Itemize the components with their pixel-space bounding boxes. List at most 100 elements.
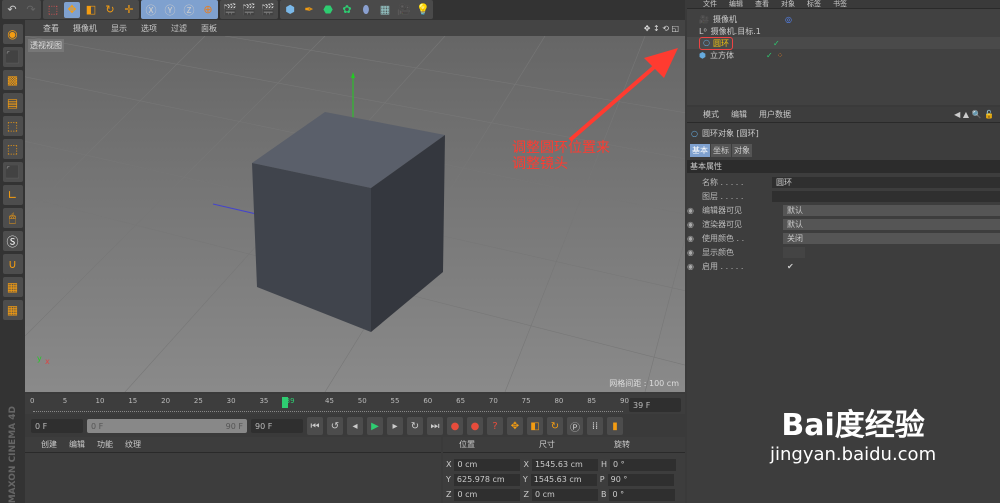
menu-filter[interactable]: 过滤 bbox=[171, 23, 187, 34]
workplane-icon[interactable]: ▤ bbox=[2, 93, 23, 113]
coord-field[interactable]: 1545.63 cm bbox=[531, 458, 598, 471]
coord-field[interactable]: 0 cm bbox=[454, 458, 521, 471]
key-scale-button[interactable]: ◧ bbox=[527, 417, 543, 435]
menu-user-data[interactable]: 用户数据 bbox=[759, 109, 791, 120]
coord-field[interactable]: 90 ° bbox=[607, 473, 674, 486]
mode-icon[interactable]: ◉ bbox=[2, 24, 23, 44]
tab-coord[interactable]: 坐标 bbox=[711, 144, 731, 157]
prev-frame-button[interactable]: ◂ bbox=[347, 417, 363, 435]
frame-range-slider[interactable]: 0 F 90 F bbox=[87, 419, 247, 433]
grid-icon[interactable]: ▦ bbox=[2, 300, 23, 320]
nurbs-icon[interactable]: ⬣ bbox=[320, 2, 336, 18]
animate-radio-icon[interactable]: ◉ bbox=[687, 248, 698, 257]
snap-icon[interactable]: Ⓢ bbox=[2, 231, 23, 251]
next-key-button[interactable]: ↻ bbox=[407, 417, 423, 435]
world-coord-icon[interactable]: ⊕ bbox=[200, 2, 216, 18]
menu-tags[interactable]: 标签 bbox=[807, 0, 821, 8]
coord-field[interactable]: 0 ° bbox=[609, 488, 676, 501]
animate-radio-icon[interactable]: ◉ bbox=[687, 234, 698, 243]
cube-icon[interactable]: ⬢ bbox=[282, 2, 298, 18]
enabled-check-icon[interactable]: ✓ bbox=[766, 51, 773, 60]
camera-icon[interactable]: 🎥 bbox=[396, 2, 412, 18]
move-icon[interactable]: ✥ bbox=[64, 1, 80, 18]
texture-mode-icon[interactable]: ▩ bbox=[2, 70, 23, 90]
current-frame-field[interactable]: 39 F bbox=[629, 398, 681, 412]
attribute-value[interactable] bbox=[772, 191, 1000, 202]
menu-mode[interactable]: 模式 bbox=[703, 109, 719, 120]
coord-field[interactable]: 0 cm bbox=[454, 488, 521, 501]
render-view-icon[interactable]: 🎬 bbox=[222, 2, 238, 18]
attribute-value[interactable]: 默认 bbox=[783, 219, 1000, 230]
axis-icon[interactable]: ∟ bbox=[2, 185, 23, 205]
attribute-value[interactable]: 圆环 bbox=[772, 177, 1000, 188]
tweak-icon[interactable]: 🖱 bbox=[2, 208, 23, 228]
menu-bookmarks[interactable]: 书签 bbox=[833, 0, 847, 8]
menu-function[interactable]: 功能 bbox=[97, 439, 113, 450]
end-frame-field[interactable]: 90 F bbox=[251, 419, 303, 433]
go-end-button[interactable]: ⏭ bbox=[427, 417, 443, 435]
scale-icon[interactable]: ◧ bbox=[83, 2, 99, 18]
polygons-icon[interactable]: ⬛ bbox=[2, 162, 23, 182]
undo-icon[interactable]: ↶ bbox=[4, 2, 20, 18]
menu-view[interactable]: 查看 bbox=[755, 0, 769, 8]
attribute-value[interactable]: 默认 bbox=[783, 205, 1000, 216]
menu-options[interactable]: 选项 bbox=[141, 23, 157, 34]
transform-icon[interactable]: ✛ bbox=[121, 2, 137, 18]
key-rotation-button[interactable]: ↻ bbox=[547, 417, 563, 435]
key-position-button[interactable]: ✥ bbox=[507, 417, 523, 435]
key-param-button[interactable]: Ⓟ bbox=[567, 417, 583, 435]
menu-edit[interactable]: 编辑 bbox=[731, 109, 747, 120]
magnet-icon[interactable]: ∪ bbox=[2, 254, 23, 274]
menu-display[interactable]: 显示 bbox=[111, 23, 127, 34]
nav-icons[interactable]: ◀ ▲ 🔍 🔓 bbox=[954, 110, 1000, 119]
points-icon[interactable]: ⬚ bbox=[2, 116, 23, 136]
pen-icon[interactable]: ✒ bbox=[301, 2, 317, 18]
x-axis-icon[interactable]: Ⓧ bbox=[143, 2, 159, 18]
coord-field[interactable]: 0 cm bbox=[531, 488, 598, 501]
animate-radio-icon[interactable]: ◉ bbox=[687, 206, 698, 215]
select-icon[interactable]: ⬚ bbox=[45, 2, 61, 18]
menu-view[interactable]: 查看 bbox=[43, 23, 59, 34]
go-start-button[interactable]: ⏮ bbox=[307, 417, 323, 435]
attribute-value[interactable] bbox=[783, 247, 805, 258]
prev-key-button[interactable]: ↺ bbox=[327, 417, 343, 435]
render-settings-icon[interactable]: 🎬 bbox=[260, 2, 276, 18]
object-row-cube[interactable]: ⬢ 立方体 ✓ ⁘ bbox=[687, 49, 1000, 61]
animate-radio-icon[interactable]: ◉ bbox=[687, 220, 698, 229]
next-frame-button[interactable]: ▸ bbox=[387, 417, 403, 435]
timeline-button[interactable]: ▮ bbox=[607, 417, 623, 435]
menu-texture[interactable]: 纹理 bbox=[125, 439, 141, 450]
viewport-nav-icons[interactable]: ✥ ↕ ⟲ ◱ bbox=[644, 24, 685, 33]
record-button[interactable]: ● bbox=[447, 417, 463, 435]
lock-workplane-icon[interactable]: ▦ bbox=[2, 277, 23, 297]
enabled-check-icon[interactable]: ✓ bbox=[773, 39, 780, 48]
menu-create[interactable]: 创建 bbox=[41, 439, 57, 450]
menu-edit[interactable]: 编辑 bbox=[69, 439, 85, 450]
menu-edit[interactable]: 编辑 bbox=[729, 0, 743, 8]
autokey-button[interactable]: ● bbox=[467, 417, 483, 435]
y-axis-icon[interactable]: Ⓨ bbox=[162, 2, 178, 18]
animate-radio-icon[interactable]: ◉ bbox=[687, 262, 698, 271]
render-picture-icon[interactable]: 🎬 bbox=[241, 2, 257, 18]
floor-icon[interactable]: ▦ bbox=[377, 2, 393, 18]
play-button[interactable]: ▶ bbox=[367, 417, 383, 435]
deformer-icon[interactable]: ⬮ bbox=[358, 2, 374, 18]
coord-field[interactable]: 625.978 cm bbox=[453, 473, 520, 486]
tab-object[interactable]: 对象 bbox=[732, 144, 752, 157]
menu-camera[interactable]: 摄像机 bbox=[73, 23, 97, 34]
menu-panel[interactable]: 面板 bbox=[201, 23, 217, 34]
z-axis-icon[interactable]: Ⓩ bbox=[181, 2, 197, 18]
menu-file[interactable]: 文件 bbox=[703, 0, 717, 8]
timeline-ruler[interactable]: 0 5 10 15 20 25 30 35 39 45 50 55 60 65 70 75 80 85 90 39 … bbox=[25, 394, 685, 414]
coord-field[interactable]: 1545.63 cm bbox=[530, 473, 597, 486]
edges-icon[interactable]: ⬚ bbox=[2, 139, 23, 159]
light-icon[interactable]: 💡 bbox=[415, 2, 431, 18]
redo-icon[interactable]: ↷ bbox=[23, 2, 39, 18]
playhead[interactable] bbox=[281, 397, 288, 408]
coord-field[interactable]: 0 ° bbox=[609, 458, 676, 471]
array-icon[interactable]: ✿ bbox=[339, 2, 355, 18]
attribute-value[interactable]: ✔ bbox=[783, 261, 805, 272]
keyframe-selection-button[interactable]: ? bbox=[487, 417, 503, 435]
attribute-value[interactable]: 关闭 bbox=[783, 233, 1000, 244]
start-frame-field[interactable]: 0 F bbox=[31, 419, 83, 433]
